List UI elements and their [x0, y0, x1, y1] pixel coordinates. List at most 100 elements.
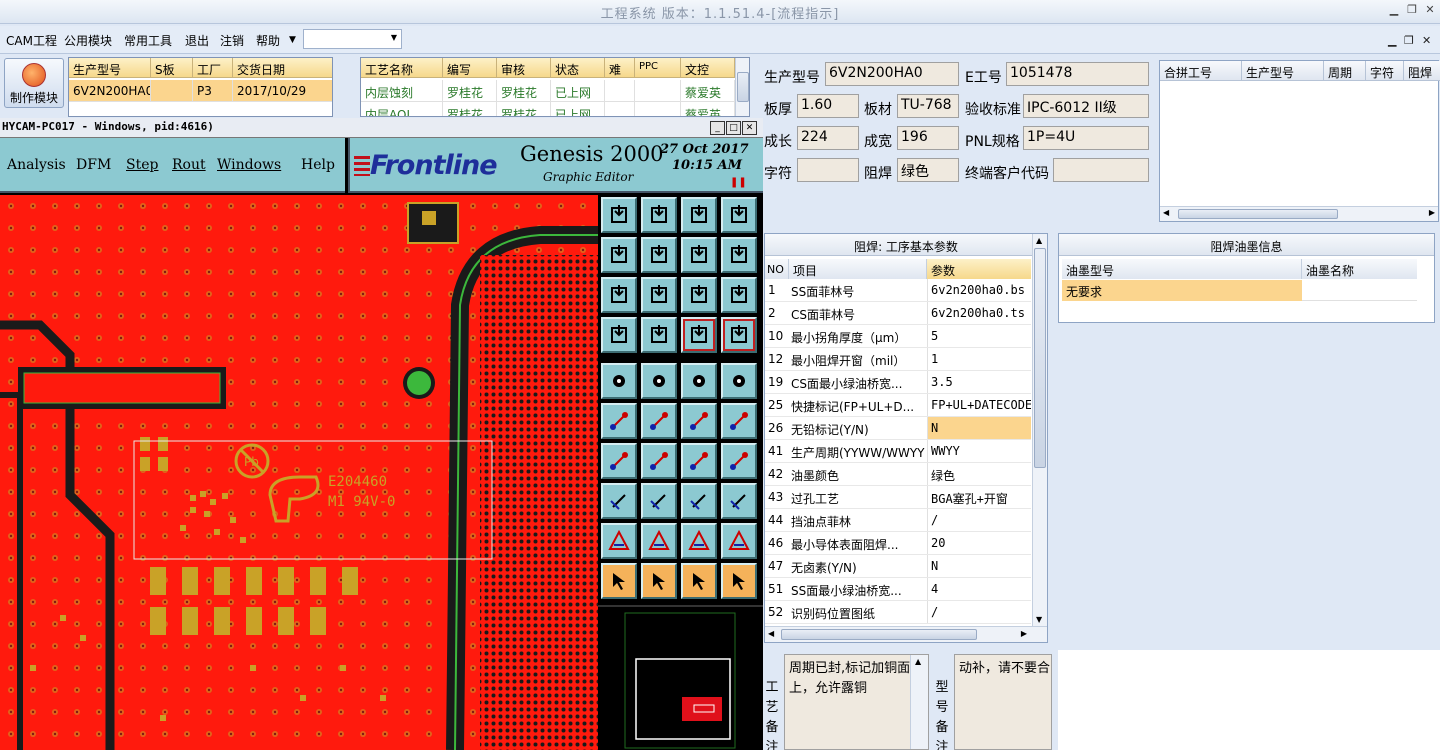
standard-field[interactable]: IPC-6012 II级	[1023, 94, 1149, 118]
proc-header-reviewer[interactable]: 审核	[497, 58, 551, 78]
tool-button-resize[interactable]	[601, 483, 637, 519]
job-header-date[interactable]: 交货日期	[233, 58, 332, 78]
proc-header-difficulty[interactable]: 难	[605, 58, 635, 78]
material-field[interactable]: TU-768	[897, 94, 959, 118]
process-note-scrollbar[interactable]: ▲	[910, 655, 928, 749]
table-row[interactable]: 25 快捷标记(FP+UL+D... FP+UL+DATECODE	[765, 394, 1031, 417]
proc-header-status[interactable]: 状态	[551, 58, 605, 78]
width-field[interactable]: 196	[897, 126, 959, 150]
tool-button-zoom-fit[interactable]	[601, 277, 637, 313]
tool-button-arc[interactable]	[681, 443, 717, 479]
scroll-thumb[interactable]	[737, 72, 749, 102]
table-row[interactable]: 10 最小拐角厚度（μm） 5	[765, 325, 1031, 348]
pause-icon[interactable]: ❚❚	[730, 177, 747, 188]
params-vscroll[interactable]: ▲ ▼	[1032, 234, 1047, 626]
ink-header-name[interactable]: 油墨名称	[1302, 259, 1417, 279]
tool-button-select-box[interactable]	[641, 563, 677, 599]
tool-button-arch-edit[interactable]	[721, 523, 757, 559]
tool-button-add-line[interactable]	[641, 363, 677, 399]
make-module-button[interactable]: 制作模块	[4, 58, 64, 108]
tool-button-feature[interactable]	[641, 523, 677, 559]
table-row[interactable]: 44 挡油点菲林 /	[765, 509, 1031, 532]
table-row[interactable]: 51 SS面最小绿油桥宽... 4	[765, 578, 1031, 601]
genesis-minimize-button[interactable]: _	[710, 121, 725, 135]
tool-button-power-layer[interactable]	[721, 317, 757, 353]
tool-button-zoom-ratio[interactable]	[681, 277, 717, 313]
maximize-button[interactable]: ❐	[1403, 2, 1421, 18]
chevron-left-icon[interactable]: ◀	[1163, 208, 1169, 217]
table-row[interactable]: 12 最小阻焊开窗（mil） 1	[765, 348, 1031, 371]
eno-field[interactable]: 1051478	[1006, 62, 1149, 86]
genesis-maximize-button[interactable]: □	[726, 121, 741, 135]
genesis-menu-analysis[interactable]: Analysis	[7, 157, 66, 173]
params-header-no[interactable]: NO	[765, 259, 789, 279]
tool-button-undo[interactable]	[681, 237, 717, 273]
chevron-up-icon[interactable]: ▲	[1036, 236, 1042, 245]
params-header-item[interactable]: 项目	[789, 259, 927, 279]
tool-button-select-poly[interactable]	[681, 563, 717, 599]
minimize-button[interactable]: ▁	[1385, 2, 1403, 18]
chevron-right-icon[interactable]: ▶	[1429, 208, 1435, 217]
tool-button-help[interactable]	[721, 277, 757, 313]
genesis-overview-map[interactable]	[598, 605, 763, 750]
tool-button-open-step[interactable]	[601, 197, 637, 233]
table-row[interactable]: 2 CS面菲林号 6v2n200ha0.ts	[765, 302, 1031, 325]
menu-tools[interactable]: 常用工具	[124, 32, 172, 49]
menu-help[interactable]: 帮助	[256, 32, 280, 49]
table-row[interactable]: 41 生产周期(YYWW/WWYY) WWYY	[765, 440, 1031, 463]
genesis-menu-rout[interactable]: Rout	[172, 157, 206, 173]
job-header-factory[interactable]: 工厂	[193, 58, 233, 78]
proc-header-writer[interactable]: 编写	[443, 58, 497, 78]
table-row[interactable]: 46 最小导体表面阻焊... 20	[765, 532, 1031, 555]
tool-button-ruler[interactable]	[681, 363, 717, 399]
genesis-menu-dfm[interactable]: DFM	[76, 157, 111, 173]
mdi-restore-button[interactable]: ❐	[1404, 34, 1414, 47]
table-row[interactable]: 43 过孔工艺 BGA塞孔+开窗	[765, 486, 1031, 509]
tool-button-export[interactable]	[641, 237, 677, 273]
tool-button-record[interactable]	[721, 363, 757, 399]
pnl-field[interactable]: 1P=4U	[1023, 126, 1149, 150]
params-header-value[interactable]: 参数	[927, 259, 1031, 279]
process-grid-scrollbar[interactable]	[735, 58, 749, 116]
close-button[interactable]: ✕	[1421, 2, 1439, 18]
merge-header-mask[interactable]: 阻焊	[1404, 61, 1440, 81]
proc-header-doc[interactable]: 文控	[681, 58, 735, 78]
menu-combo-box[interactable]: ▼	[303, 29, 402, 49]
genesis-menu-step[interactable]: Step	[126, 157, 158, 173]
table-row[interactable]: 47 无卤素(Y/N) N	[765, 555, 1031, 578]
tool-button-snap[interactable]	[721, 237, 757, 273]
tool-button-zoom-center[interactable]	[641, 277, 677, 313]
scroll-thumb[interactable]	[1034, 248, 1046, 468]
tool-button-pad-size[interactable]	[681, 483, 717, 519]
tool-button-cluster[interactable]	[721, 483, 757, 519]
model-note-text[interactable]: 动补，请不要合	[954, 654, 1052, 750]
table-row[interactable]: 42 油墨颜色 绿色	[765, 463, 1031, 486]
tool-button-save[interactable]	[641, 197, 677, 233]
tool-button-angle[interactable]	[601, 443, 637, 479]
tool-button-probe[interactable]	[641, 317, 677, 353]
chevron-left-icon[interactable]: ◀	[768, 629, 774, 638]
scroll-thumb[interactable]	[781, 629, 977, 640]
menu-cam[interactable]: CAM工程	[6, 32, 57, 49]
tool-button-cross[interactable]	[641, 403, 677, 439]
mask-field[interactable]: 绿色	[897, 158, 959, 182]
genesis-menu-help[interactable]: Help	[301, 157, 335, 173]
legend-char-field[interactable]	[797, 158, 859, 182]
table-row[interactable]: 1 SS面菲林号 6v2n200ha0.bs	[765, 279, 1031, 302]
tool-button-point-add[interactable]	[721, 403, 757, 439]
merge-header-eno[interactable]: 合拼工号	[1160, 61, 1242, 81]
tool-button-signal-layer[interactable]	[681, 317, 717, 353]
merge-grid-hscroll[interactable]: ◀ ▶	[1160, 206, 1438, 221]
customer-code-field[interactable]	[1053, 158, 1149, 182]
menu-logout[interactable]: 注销	[220, 32, 244, 49]
chevron-down-icon[interactable]: ▼	[1036, 615, 1042, 624]
model-field[interactable]: 6V2N200HA0	[825, 62, 959, 86]
proc-header-name[interactable]: 工艺名称	[361, 58, 443, 78]
process-note-text[interactable]: 周期已封,标记加铜面上，允许露铜	[784, 654, 929, 750]
tool-button-split[interactable]	[721, 443, 757, 479]
params-hscroll[interactable]: ◀ ▶	[765, 626, 1047, 642]
mdi-close-button[interactable]: ✕	[1422, 34, 1431, 47]
chevron-up-icon[interactable]: ▲	[915, 657, 921, 666]
job-header-s[interactable]: S板	[151, 58, 193, 78]
menu-overflow-icon[interactable]: ▼	[289, 35, 296, 45]
